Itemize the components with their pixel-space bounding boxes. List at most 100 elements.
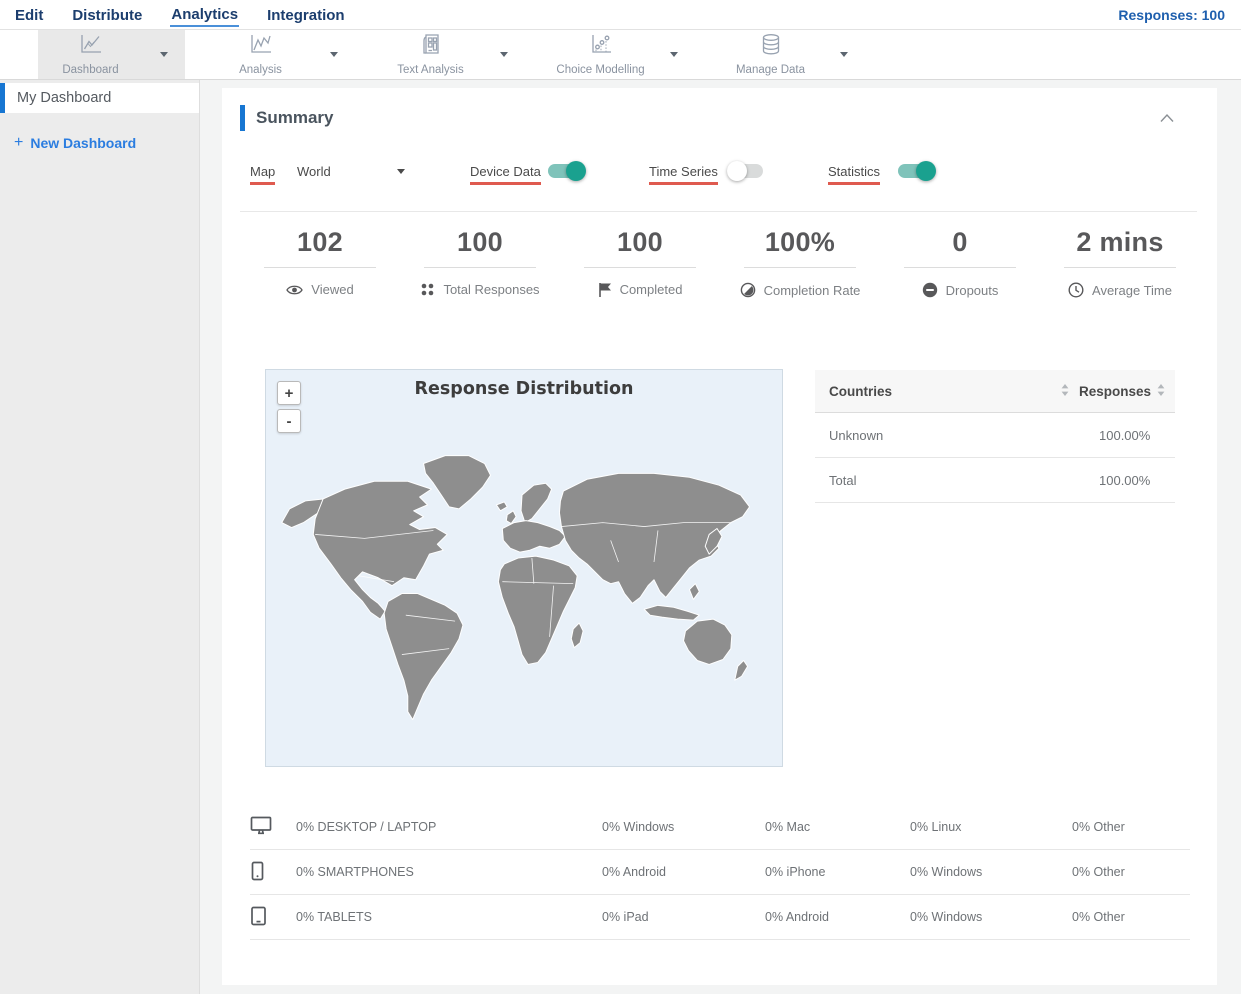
map-tab[interactable]: Map — [250, 164, 276, 185]
collapse-summary-button[interactable] — [1159, 113, 1175, 123]
device-data-tab[interactable]: Device Data — [470, 164, 541, 185]
chevron-down-icon — [500, 52, 508, 57]
stat-completed: 100 Completed — [560, 227, 720, 298]
stat-value: 0 — [952, 227, 968, 257]
toolbar-choice-modelling[interactable]: Choice Modelling — [548, 30, 695, 79]
top-nav: Edit Distribute Analytics Integration Re… — [0, 0, 1241, 30]
statistics-tab[interactable]: Statistics — [828, 164, 881, 185]
map-region-value: World — [297, 164, 331, 179]
sort-icon[interactable] — [1157, 383, 1165, 399]
device-stat: 0% Other — [1072, 865, 1125, 879]
stat-label: Total Responses — [443, 282, 540, 297]
toolbar-choice-modelling-label: Choice Modelling — [556, 64, 645, 76]
device-stat: 0% iPad — [602, 910, 649, 924]
country-name: Unknown — [829, 427, 884, 443]
nav-item-edit[interactable]: Edit — [14, 3, 44, 26]
world-map[interactable] — [266, 432, 782, 757]
choice-modelling-menu-button[interactable] — [653, 30, 695, 79]
map-region-indonesia — [643, 604, 700, 621]
nav-item-distribute[interactable]: Distribute — [71, 3, 143, 26]
toolbar-analysis[interactable]: Analysis — [208, 30, 355, 79]
device-stat: 0% Windows — [602, 820, 675, 834]
device-stat: 0% Other — [1072, 910, 1125, 924]
stat-label: Completion Rate — [763, 282, 861, 298]
stats-row: 102 Viewed 100 Total Responses 100 Compl… — [240, 227, 1200, 298]
stat-total-responses: 100 Total Responses — [400, 227, 560, 298]
toolbar-manage-data[interactable]: Manage Data — [718, 30, 865, 79]
responses-count[interactable]: Responses: 100 — [1118, 7, 1225, 23]
divider — [904, 267, 1016, 268]
time-series-tab[interactable]: Time Series — [649, 164, 718, 185]
stat-label: Completed — [619, 282, 683, 297]
stat-value: 100% — [764, 227, 836, 257]
response-map-card: Response Distribution + - — [265, 369, 783, 767]
statistics-toggle[interactable] — [898, 161, 936, 181]
device-stat: 0% Android — [765, 910, 829, 924]
device-stat: 0% Other — [1072, 820, 1125, 834]
dashboard-sidebar: My Dashboard + New Dashboard — [0, 80, 200, 994]
divider — [1064, 267, 1176, 268]
countries-table: Countries Responses Unknown 100.00% Tota… — [815, 370, 1175, 503]
chevron-down-icon — [840, 52, 848, 57]
device-data-toggle[interactable] — [548, 161, 586, 181]
divider — [744, 267, 856, 268]
toolbar-manage-data-label: Manage Data — [735, 64, 806, 76]
tablet-icon — [250, 906, 296, 929]
new-dashboard-button[interactable]: + New Dashboard — [14, 134, 199, 152]
stat-value: 100 — [457, 227, 503, 257]
map-region-scandinavia — [520, 482, 553, 524]
stat-dropouts: 0 Dropouts — [880, 227, 1040, 298]
table-row: Unknown 100.00% — [815, 413, 1175, 458]
divider — [264, 267, 376, 268]
toolbar-text-analysis[interactable]: Text Analysis — [378, 30, 525, 79]
countries-column-header[interactable]: Countries — [829, 384, 892, 399]
nav-item-analytics[interactable]: Analytics — [170, 2, 240, 27]
responses-column-header[interactable]: Responses — [1079, 384, 1151, 399]
my-dashboard-label: My Dashboard — [17, 90, 112, 106]
map-zoom-in-button[interactable]: + — [277, 381, 301, 405]
text-analysis-icon — [418, 33, 444, 61]
map-region-iceland — [495, 501, 508, 512]
toolbar-dashboard[interactable]: Dashboard — [38, 30, 185, 79]
minus-circle-icon — [922, 282, 937, 298]
device-stat: 0% Windows — [910, 865, 983, 879]
stat-completion-rate: 100% Completion Rate — [720, 227, 880, 298]
manage-data-menu-button[interactable] — [823, 30, 865, 79]
map-region-select[interactable]: World — [297, 164, 405, 179]
stat-label: Average Time — [1092, 282, 1172, 298]
country-responses: 100.00% — [1099, 427, 1151, 443]
map-region-philippines — [688, 583, 700, 600]
map-region-australia — [683, 618, 733, 665]
chevron-up-icon — [1160, 113, 1174, 122]
device-stat: 0% Linux — [910, 820, 962, 834]
device-stat: 0% Android — [602, 865, 666, 879]
stat-average-time: 2 mins Average Time — [1040, 227, 1200, 298]
device-category-label: 0% SMARTPHONES — [296, 865, 414, 879]
country-name: Total — [829, 472, 857, 488]
accent-bar — [240, 105, 245, 131]
flag-icon — [598, 283, 611, 297]
sidebar-item-my-dashboard[interactable]: My Dashboard — [0, 83, 199, 113]
dashboard-menu-button[interactable] — [143, 30, 185, 79]
table-row-desktop: 0% DESKTOP / LAPTOP 0% Windows 0% Mac 0%… — [250, 805, 1190, 850]
sort-icon[interactable] — [1061, 383, 1069, 399]
analysis-chart-icon — [248, 33, 274, 61]
countries-table-header: Countries Responses — [815, 370, 1175, 413]
device-stat: 0% Windows — [910, 910, 983, 924]
map-zoom-out-button[interactable]: - — [277, 409, 301, 433]
map-region-uk — [505, 510, 517, 525]
eye-icon — [286, 285, 304, 294]
nav-item-integration[interactable]: Integration — [266, 3, 346, 26]
stat-value: 2 mins — [1076, 227, 1164, 257]
summary-header: Summary — [240, 105, 333, 131]
summary-panel: Summary Map World Device Data Time Serie… — [222, 88, 1217, 985]
stat-value: 100 — [617, 227, 663, 257]
map-region-new-zealand — [734, 659, 749, 681]
divider — [584, 267, 696, 268]
time-series-toggle[interactable] — [727, 161, 765, 181]
device-stat: 0% iPhone — [765, 865, 826, 879]
text-analysis-menu-button[interactable] — [483, 30, 525, 79]
table-row: Total 100.00% — [815, 458, 1175, 503]
analysis-menu-button[interactable] — [313, 30, 355, 79]
analytics-toolbar: Dashboard Analysis Text Analysis Choice … — [0, 30, 1241, 80]
